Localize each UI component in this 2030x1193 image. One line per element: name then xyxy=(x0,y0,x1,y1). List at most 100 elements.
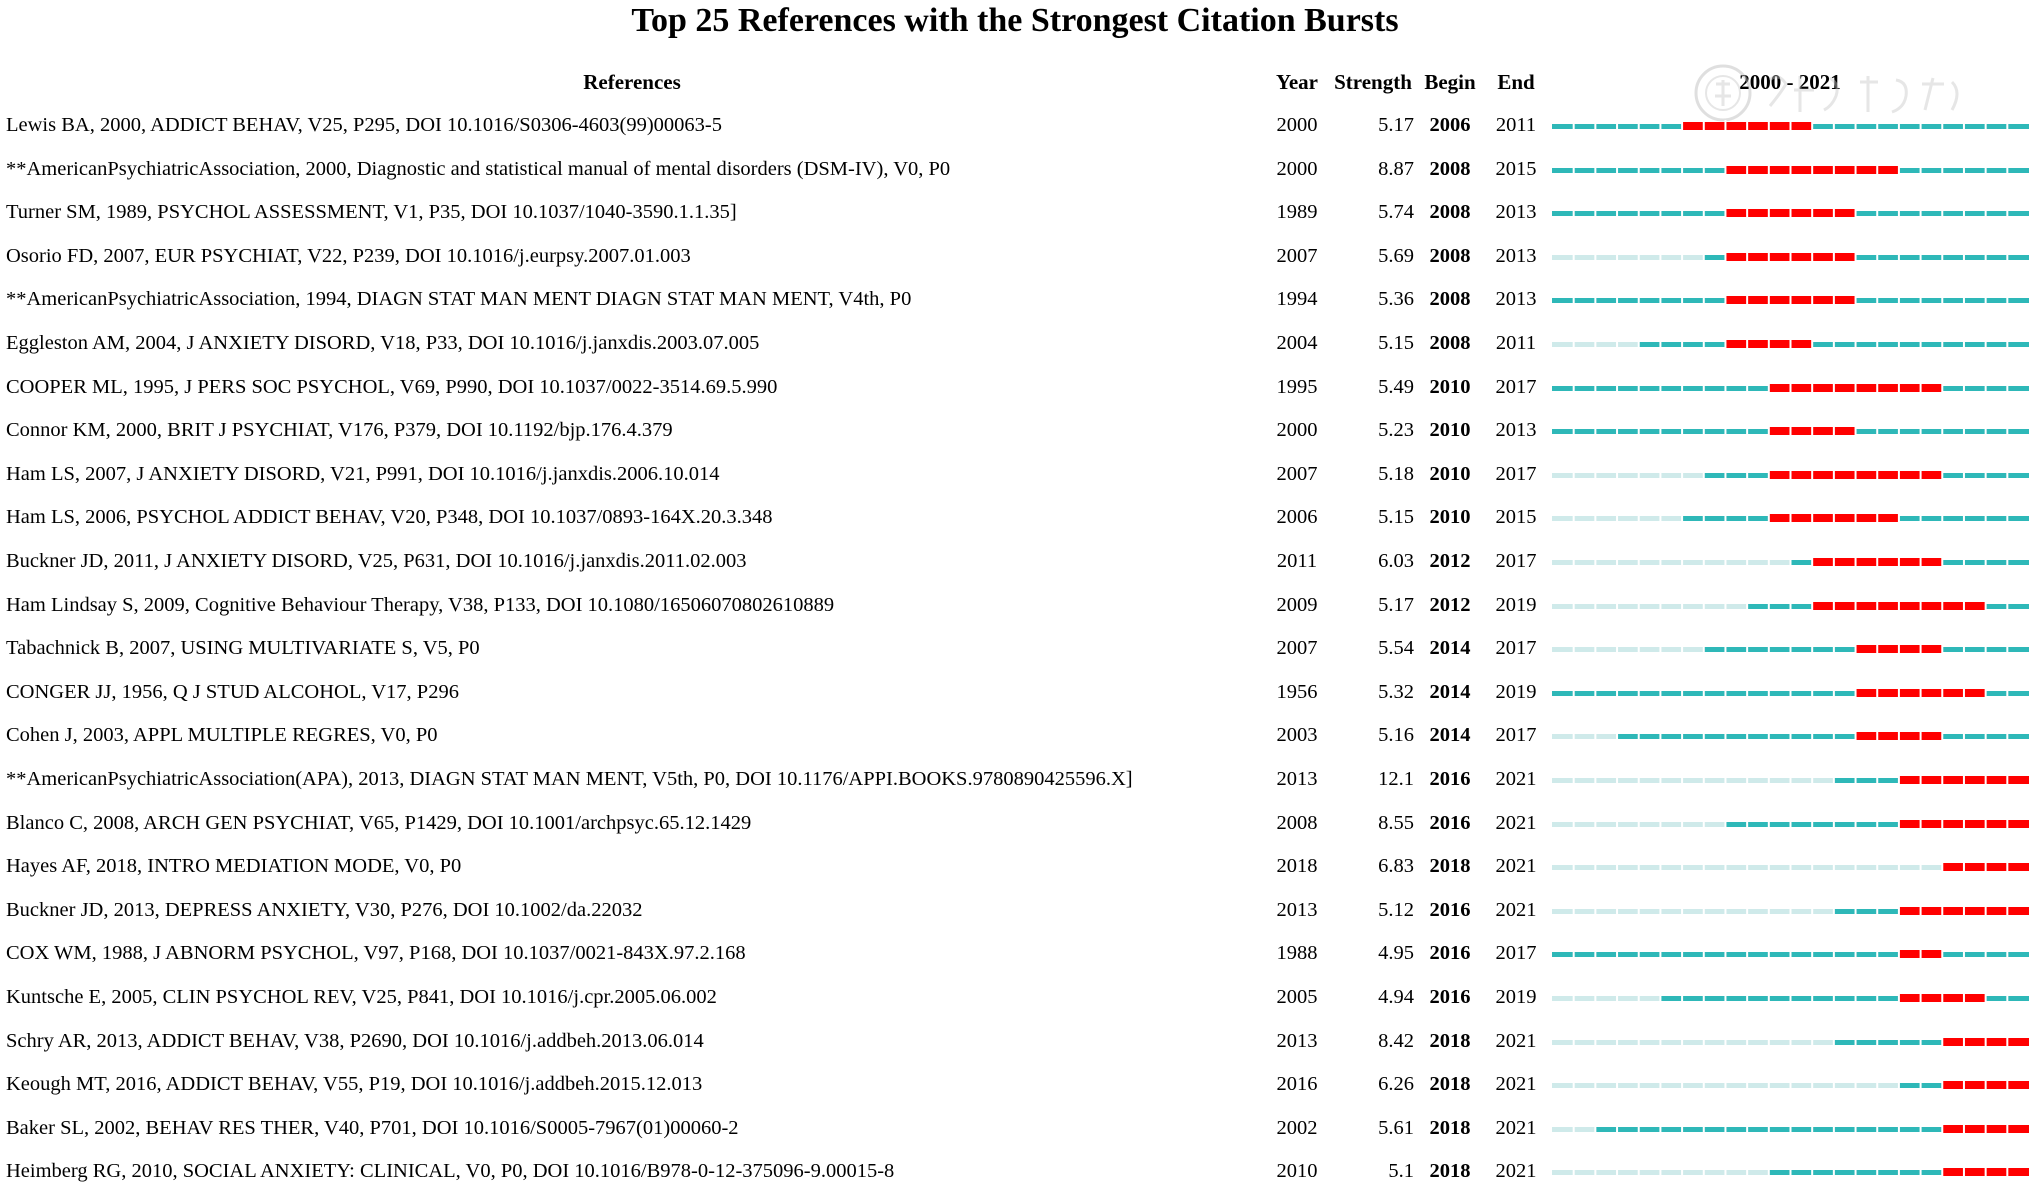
pre-publication-segment xyxy=(1682,603,1705,609)
year-divider xyxy=(1897,512,1900,525)
year-divider xyxy=(1724,381,1727,394)
year-divider xyxy=(1767,294,1770,307)
pre-publication-segment xyxy=(1595,1083,1618,1089)
timeline-segment xyxy=(1638,690,1661,696)
year-divider xyxy=(1897,381,1900,394)
year-divider xyxy=(2006,643,2009,656)
year-divider xyxy=(1962,599,1965,612)
burst-segment xyxy=(1812,427,1835,436)
timeline-segment xyxy=(1703,342,1726,347)
burst-timeline xyxy=(1552,686,2029,699)
timeline-segment xyxy=(1898,516,1921,522)
year-divider xyxy=(1724,1122,1727,1135)
year-divider xyxy=(1724,120,1727,132)
year-divider xyxy=(1876,1079,1879,1092)
burst-segment xyxy=(1833,558,1856,566)
pre-publication-segment xyxy=(1638,778,1661,783)
year-cell: 2009 xyxy=(1276,593,1318,616)
pre-publication-segment xyxy=(1595,472,1618,478)
year-divider xyxy=(1897,1122,1900,1135)
timeline-segment xyxy=(2007,603,2029,609)
timeline-segment xyxy=(2007,690,2029,696)
timeline-segment xyxy=(1877,1170,1900,1176)
timeline-segment xyxy=(1877,211,1900,217)
year-divider xyxy=(1572,1166,1575,1179)
burst-segment xyxy=(1877,165,1900,174)
year-divider xyxy=(1702,556,1705,568)
timeline-segment xyxy=(1617,298,1640,304)
year-divider xyxy=(1854,294,1857,307)
year-divider xyxy=(1724,512,1727,525)
year-divider xyxy=(1724,207,1727,220)
year-divider xyxy=(1876,1122,1879,1135)
year-divider xyxy=(1767,1035,1770,1048)
timeline-segment xyxy=(1855,298,1878,304)
year-divider xyxy=(1746,425,1749,438)
year-divider xyxy=(1962,1035,1965,1048)
burst-segment xyxy=(1833,601,1856,610)
year-divider xyxy=(1594,512,1597,525)
year-divider xyxy=(1811,207,1814,220)
year-divider xyxy=(1962,294,1965,307)
year-divider xyxy=(1832,163,1835,176)
burst-segment xyxy=(1898,383,1921,392)
year-divider xyxy=(1789,338,1792,350)
year-divider xyxy=(1724,1166,1727,1179)
year-divider xyxy=(1681,686,1684,699)
year-divider xyxy=(1616,817,1619,830)
pre-publication-segment xyxy=(1595,603,1618,609)
burst-segment xyxy=(1725,165,1748,174)
burst-segment xyxy=(1898,558,1921,566)
year-divider xyxy=(1681,817,1684,830)
table-row: Connor KM, 2000, BRIT J PSYCHIAT, V176, … xyxy=(0,409,2030,452)
burst-segment xyxy=(1833,252,1856,261)
burst-segment xyxy=(1963,688,1987,697)
timeline-segment xyxy=(1660,690,1683,696)
pre-publication-segment xyxy=(1703,603,1726,609)
year-divider xyxy=(1811,120,1814,132)
pre-publication-segment xyxy=(1638,996,1661,1001)
year-divider xyxy=(1572,120,1575,132)
burst-segment xyxy=(1920,994,1943,1002)
year-divider xyxy=(1767,817,1770,830)
year-divider xyxy=(1681,1166,1684,1179)
year-divider xyxy=(1659,817,1662,830)
year-divider xyxy=(1941,992,1944,1004)
year-divider xyxy=(1681,948,1684,961)
timeline-segment xyxy=(1920,1039,1943,1045)
year-divider xyxy=(1897,556,1900,568)
year-divider xyxy=(1832,686,1835,699)
year-divider xyxy=(1702,1079,1705,1092)
timeline-segment xyxy=(1725,516,1748,522)
timeline-segment xyxy=(1877,254,1900,260)
timeline-segment xyxy=(1942,211,1965,217)
timeline-segment xyxy=(1747,821,1770,827)
end-cell: 2013 xyxy=(1495,244,1537,267)
timeline-segment xyxy=(1725,734,1748,740)
year-divider xyxy=(1594,556,1597,568)
year-divider xyxy=(1659,1122,1662,1135)
year-divider xyxy=(1594,207,1597,220)
timeline-segment xyxy=(1725,952,1748,958)
timeline-segment xyxy=(1855,124,1878,129)
pre-publication-segment xyxy=(1768,778,1791,783)
year-divider xyxy=(1919,512,1922,525)
year-divider xyxy=(2006,599,2009,612)
year-divider xyxy=(1941,686,1944,699)
timeline-segment xyxy=(1985,560,2008,565)
year-divider xyxy=(1616,207,1619,220)
year-divider xyxy=(1767,730,1770,743)
burst-segment xyxy=(1833,427,1856,436)
year-divider xyxy=(1897,338,1900,350)
year-divider xyxy=(1941,250,1944,263)
timeline-segment xyxy=(1703,952,1726,958)
year-divider xyxy=(1746,730,1749,743)
pre-publication-segment xyxy=(1638,865,1661,871)
timeline-segment xyxy=(1985,254,2008,260)
year-divider xyxy=(1616,163,1619,176)
column-header-end: End xyxy=(1497,70,1535,94)
timeline-segment xyxy=(1920,516,1943,522)
year-divider xyxy=(1789,904,1792,917)
strength-cell: 5.17 xyxy=(1378,593,1414,616)
strength-cell: 5.23 xyxy=(1378,419,1414,442)
